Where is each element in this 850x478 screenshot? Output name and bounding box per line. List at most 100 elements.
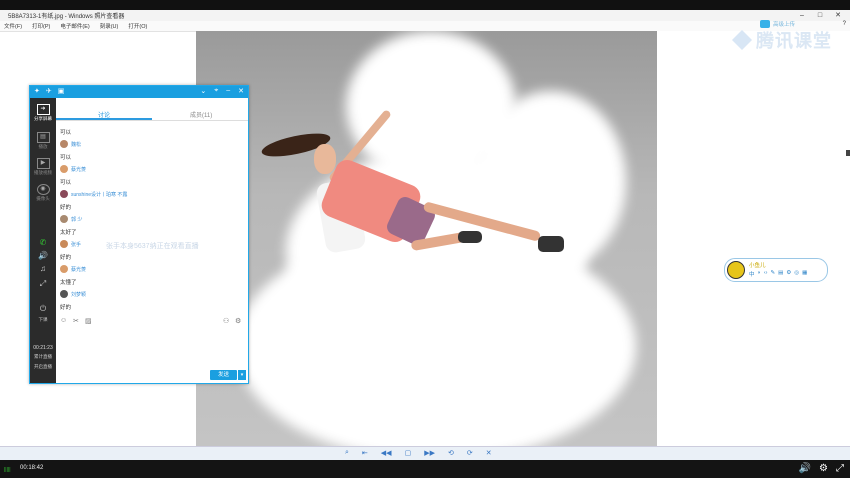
avatar[interactable] — [60, 190, 68, 198]
rotate-left-icon[interactable]: ⟲ — [448, 449, 454, 457]
play-video-label: 播放视频 — [34, 170, 52, 175]
share-screen-button[interactable]: ➜ 分享屏幕 — [30, 104, 56, 122]
top-black-bar — [0, 0, 850, 10]
next-icon[interactable]: ▶▶ — [424, 449, 435, 457]
minimize-icon[interactable]: – — [226, 87, 230, 95]
sender-name[interactable]: sunshine设计丨珀寒 不露 — [71, 191, 127, 198]
image-icon[interactable]: ▨ — [85, 317, 92, 325]
chevron-down-icon[interactable]: ⌄ — [200, 87, 206, 95]
rotate-right-icon[interactable]: ⟳ — [467, 449, 473, 457]
send-options-button[interactable]: ▾ — [238, 370, 246, 380]
menu-open[interactable]: 打开(O) — [128, 22, 147, 30]
slideshow-icon[interactable]: ▢ — [405, 449, 412, 457]
right-blank-area — [657, 31, 850, 446]
window-title: 5B8A7313-1有纸.jpg - Windows 照片查看器 — [8, 14, 125, 20]
volume-icon[interactable]: 🔊 — [799, 463, 811, 474]
message-text: 好的 — [60, 205, 72, 211]
maximize-button[interactable]: □ — [814, 10, 826, 20]
pin-icon[interactable]: ✦ — [34, 87, 40, 95]
window-icon[interactable]: ▣ — [58, 87, 65, 95]
sender-name[interactable]: 张手 — [71, 241, 81, 248]
sender-name[interactable]: 蔡光菱 — [71, 266, 86, 273]
play-video-button[interactable]: ▶ 播放视频 — [30, 158, 56, 176]
avatar[interactable] — [60, 290, 68, 298]
sender-name[interactable]: 刘梦颖 — [71, 291, 86, 298]
pin-window-icon[interactable]: ⌖ — [214, 87, 218, 95]
elapsed-time: 00:21:23 — [33, 345, 53, 351]
tab-members[interactable]: 成员(11) — [190, 110, 212, 119]
close-icon[interactable]: ✕ — [238, 87, 244, 95]
window-controls: – □ ✕ — [796, 10, 844, 20]
close-button[interactable]: ✕ — [832, 10, 844, 20]
share-screen-icon: ➜ — [36, 104, 50, 115]
message-text: 可以 — [60, 155, 72, 161]
person-shoe — [458, 231, 482, 243]
avatar[interactable] — [60, 215, 68, 223]
message-text: 可以 — [60, 180, 72, 186]
send-button[interactable]: 发送 — [210, 370, 237, 380]
users-icon[interactable]: ⚇ — [223, 317, 229, 325]
sender-name[interactable]: 魏松 — [71, 141, 81, 148]
sender-name[interactable]: 郭 少 — [71, 216, 82, 223]
fullscreen-icon[interactable]: ⤢ — [836, 463, 844, 474]
target-icon[interactable]: ◎ — [794, 270, 799, 278]
end-class-icon[interactable]: ⏻ — [30, 304, 56, 314]
fullscreen-icon[interactable]: ⤢ — [30, 279, 56, 289]
end-class-label[interactable]: 下课 — [30, 317, 56, 323]
message-text: 好的 — [60, 305, 72, 311]
camera-button[interactable]: ◉ 摄像头 — [30, 184, 56, 202]
progress-indicator[interactable]: ||||| — [4, 467, 11, 473]
person-shoe — [538, 236, 564, 252]
elapsed-label: 累计直播 — [34, 354, 52, 359]
microphone-icon[interactable]: ✆ — [30, 238, 56, 247]
widget-user-name: 小鱼儿 — [749, 263, 766, 269]
live-status-label[interactable]: 开启直播 — [30, 364, 56, 370]
plane-icon[interactable]: ✈ — [46, 87, 52, 95]
logo-icon — [732, 30, 752, 50]
video-time: 00:18:42 — [20, 465, 44, 471]
code-icon[interactable]: ‹› — [764, 270, 768, 278]
play-button[interactable]: ▤ 播放 — [30, 132, 56, 150]
avatar[interactable] — [60, 265, 68, 273]
music-icon[interactable]: ♫ — [30, 264, 56, 273]
zoom-icon[interactable]: ⌕ — [345, 449, 349, 457]
viewer-watermark: 张手本身5637纳正在观看直播 — [106, 243, 199, 250]
chat-input-toolbar: ☺ ✂ ▨ ⚇ ⚙ — [60, 317, 246, 327]
avatar[interactable] — [60, 165, 68, 173]
moon-icon[interactable]: ◗ — [758, 270, 761, 278]
floating-user-widget[interactable]: 小鱼儿 中 ◗ ‹› ✎ ▤ ⚙ ◎ ▦ — [724, 258, 828, 282]
play-label: 播放 — [38, 144, 48, 149]
gear-icon[interactable]: ⚙ — [235, 317, 241, 325]
language-icon[interactable]: 中 — [749, 270, 755, 278]
menu-print[interactable]: 打印(P) — [32, 22, 50, 30]
actual-size-icon[interactable]: ⇤ — [362, 449, 368, 457]
menu-burn[interactable]: 刻录(U) — [100, 22, 119, 30]
emoji-icon[interactable]: ☺ — [60, 317, 67, 324]
photo-viewer-controls: ⌕ ⇤ ◀◀ ▢ ▶▶ ⟲ ⟳ ✕ — [0, 446, 850, 461]
sender-name[interactable]: 蔡光菱 — [71, 166, 86, 173]
avatar[interactable] — [727, 261, 745, 279]
speaker-icon[interactable]: 🔊 — [30, 251, 56, 260]
grid-icon[interactable]: ▦ — [802, 270, 807, 278]
settings-icon[interactable]: ⚙ — [819, 463, 828, 474]
tencent-classroom-logo: 腾讯课堂 — [732, 27, 832, 53]
widget-toolbar: 中 ◗ ‹› ✎ ▤ ⚙ ◎ ▦ — [749, 270, 807, 278]
scissors-icon[interactable]: ✂ — [73, 317, 79, 325]
video-player-bar: ||||| 00:18:42 🔊 ⚙ ⤢ — [0, 460, 850, 478]
avatar[interactable] — [60, 240, 68, 248]
photo-viewer-image — [196, 31, 657, 446]
gear-icon[interactable]: ⚙ — [786, 270, 791, 278]
menu-file[interactable]: 文件(F) — [4, 22, 22, 30]
menu-email[interactable]: 电子邮件(E) — [60, 22, 89, 30]
previous-icon[interactable]: ◀◀ — [381, 449, 392, 457]
pen-icon[interactable]: ✎ — [771, 270, 776, 278]
clipboard-icon[interactable]: ▤ — [778, 270, 783, 278]
help-icon[interactable]: ? — [843, 21, 846, 27]
share-screen-label: 分享屏幕 — [34, 116, 52, 121]
minimize-button[interactable]: – — [796, 10, 808, 20]
play-icon: ▤ — [36, 132, 50, 143]
message-text: 好的 — [60, 255, 72, 261]
avatar[interactable] — [60, 140, 68, 148]
edge-handle[interactable] — [846, 150, 850, 156]
delete-icon[interactable]: ✕ — [486, 449, 492, 457]
